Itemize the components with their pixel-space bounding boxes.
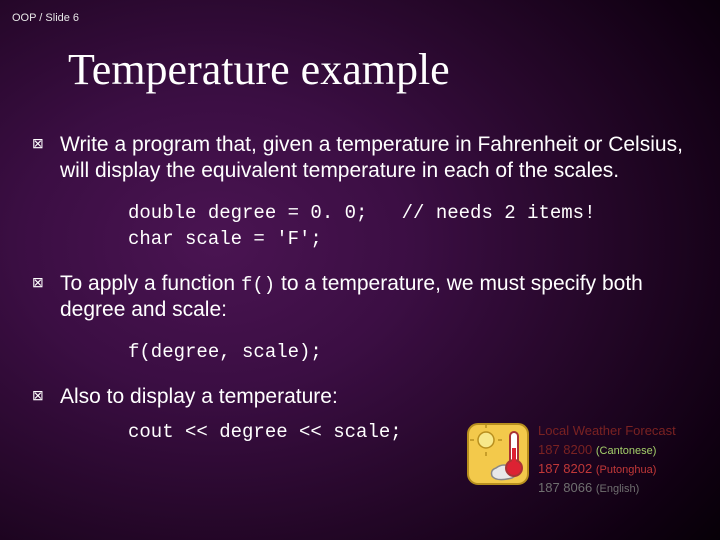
bullet-text-3: Also to display a temperature: (60, 384, 696, 410)
weather-line-3: 187 8066 (English) (538, 479, 676, 498)
weather-line-1: 187 8200 (Cantonese) (538, 441, 676, 460)
weather-note-2: (Putonghua) (596, 464, 657, 476)
weather-num-2: 187 8202 (538, 461, 592, 476)
page-title: Temperature example (68, 44, 450, 95)
weather-num-3: 187 8066 (538, 480, 592, 495)
bullet-item-1: ⊠ Write a program that, given a temperat… (32, 132, 696, 253)
bullet-text-2: To apply a function f() to a temperature… (60, 271, 696, 323)
inline-code: f() (241, 274, 275, 296)
weather-icon (466, 422, 530, 486)
bullet-icon: ⊠ (32, 388, 44, 402)
slide-number-label: OOP / Slide 6 (12, 12, 79, 24)
weather-num-1: 187 8200 (538, 442, 592, 457)
weather-line-2: 187 8202 (Putonghua) (538, 460, 676, 479)
weather-header: Local Weather Forecast (538, 422, 676, 441)
text-before: To apply a function (60, 272, 241, 295)
slide-body: ⊠ Write a program that, given a temperat… (32, 132, 696, 463)
bullet-icon: ⊠ (32, 136, 44, 150)
weather-note-3: (English) (596, 483, 639, 495)
bullet-item-2: ⊠ To apply a function f() to a temperatu… (32, 271, 696, 366)
weather-text: Local Weather Forecast 187 8200 (Cantone… (538, 422, 676, 498)
weather-note-1: (Cantonese) (596, 445, 657, 457)
slide: OOP / Slide 6 Temperature example ⊠ Writ… (0, 0, 720, 540)
weather-widget: Local Weather Forecast 187 8200 (Cantone… (466, 422, 706, 498)
code-block-2: f(degree, scale); (128, 340, 696, 366)
bullet-text-1: Write a program that, given a temperatur… (60, 132, 696, 183)
bullet-icon: ⊠ (32, 275, 44, 289)
code-block-1: double degree = 0. 0; // needs 2 items! … (128, 201, 696, 252)
